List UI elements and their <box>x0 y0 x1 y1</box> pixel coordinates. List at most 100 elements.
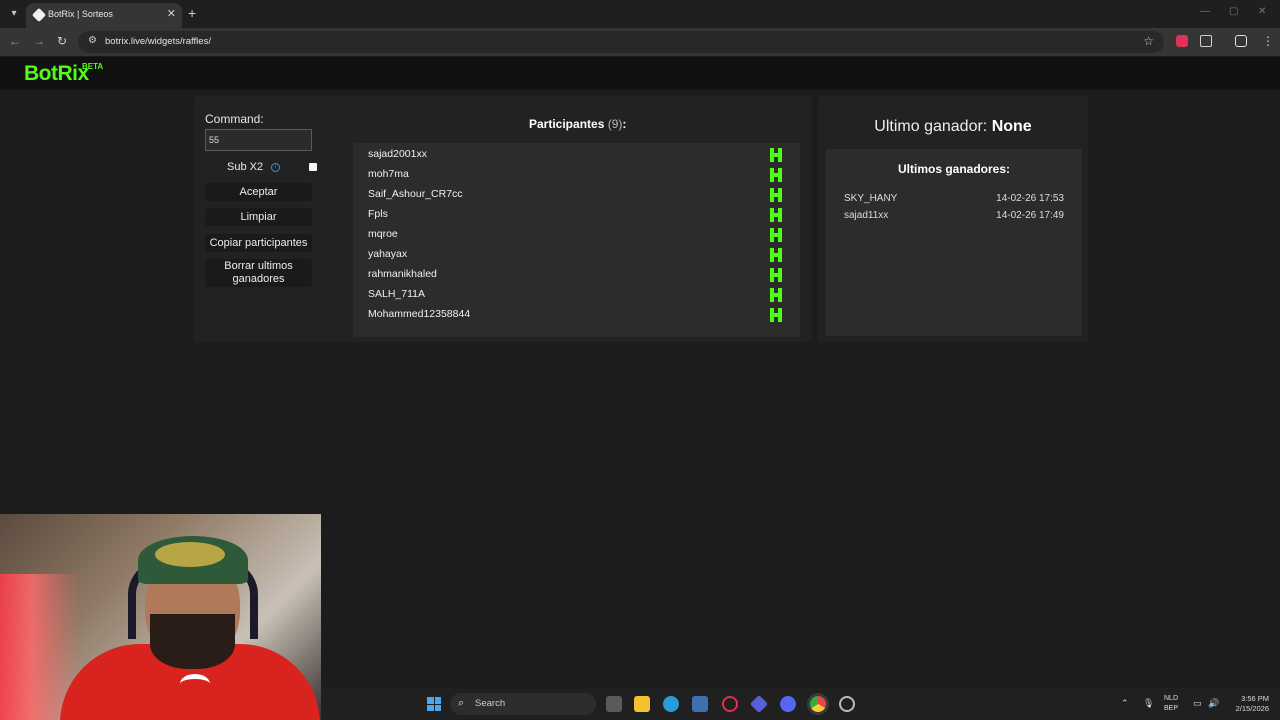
search-icon: ⌕ <box>458 697 465 709</box>
kick-icon <box>770 168 782 182</box>
participant-name: sajad2001xx <box>368 148 427 160</box>
url-text[interactable]: botrix.live/widgets/raffles/ <box>105 36 211 47</box>
clock[interactable]: 3:56 PM 2/15/2026 <box>1229 694 1269 714</box>
last-winner-label: Ultimo ganador: <box>874 118 988 135</box>
site-header: BotRix BETA <box>0 57 1280 90</box>
participant-name: SALH_711A <box>368 288 426 300</box>
participant-name: mqroe <box>368 228 398 240</box>
participant-row: Saif_Ashour_CR7cc <box>353 185 800 205</box>
participants-title: Participantes (9): <box>529 117 626 131</box>
extensions-puzzle-icon[interactable] <box>1200 35 1212 47</box>
winner-name: sajad11xx <box>844 210 889 221</box>
botrix-favicon-icon <box>31 7 47 23</box>
beta-badge: BETA <box>82 62 104 71</box>
participant-row: SALH_711A <box>353 285 800 305</box>
kick-icon <box>770 308 782 322</box>
edge-icon[interactable] <box>663 696 679 712</box>
opera-icon[interactable] <box>722 696 738 712</box>
windows-taskbar: ⌕ Search ⌃ 🎙 NLD BEP ▭ 🔊 3:56 PM 2/15/20… <box>321 688 1280 720</box>
kick-icon <box>770 248 782 262</box>
participant-row: rahmanikhaled <box>353 265 800 285</box>
site-info-icon[interactable]: ⚙ <box>88 35 97 46</box>
store-icon[interactable] <box>692 696 708 712</box>
new-tab-icon[interactable]: + <box>188 5 196 21</box>
sub-x2-checkbox[interactable] <box>309 163 317 171</box>
search-placeholder: Search <box>475 698 506 709</box>
tab-title: BotRix | Sorteos <box>48 9 113 19</box>
tab-search-icon[interactable]: ▾ <box>6 6 22 22</box>
browser-toolbar: ← → ↻ ⚙ botrix.live/widgets/raffles/ ☆ ⋮ <box>0 28 1280 56</box>
clock-time: 3:56 PM <box>1241 694 1269 703</box>
raffle-panel: Command: Sub X2 i Aceptar Limpiar Copiar… <box>194 96 812 342</box>
recent-winners-box: Ultimos ganadores: SKY_HANY 14-02-26 17:… <box>826 149 1082 336</box>
participant-row: sajad2001xx <box>353 145 800 165</box>
forward-icon[interactable]: → <box>33 34 45 48</box>
kick-icon <box>770 188 782 202</box>
copy-participants-button[interactable]: Copiar participantes <box>205 234 312 252</box>
browser-tab[interactable]: BotRix | Sorteos ✕ <box>26 3 182 28</box>
tray-chevron-icon[interactable]: ⌃ <box>1121 698 1129 709</box>
botrix-logo[interactable]: BotRix <box>24 62 89 86</box>
file-explorer-icon[interactable] <box>634 696 650 712</box>
participant-row: Fpls <box>353 205 800 225</box>
keyboard-layout: BEP <box>1164 705 1179 712</box>
language-code: NLD <box>1164 695 1179 702</box>
settings-icon[interactable] <box>839 696 855 712</box>
chrome-icon[interactable] <box>810 696 826 712</box>
participants-label: Participantes <box>529 117 605 131</box>
participant-row: moh7ma <box>353 165 800 185</box>
language-indicator[interactable]: NLD BEP <box>1164 694 1178 714</box>
extension-icon[interactable] <box>1176 35 1188 47</box>
participant-name: Mohammed12358844 <box>368 308 471 320</box>
reload-icon[interactable]: ↻ <box>57 34 67 48</box>
participants-count: (9) <box>607 117 623 131</box>
participant-name: Saif_Ashour_CR7cc <box>368 188 463 200</box>
participant-name: yahayax <box>368 248 408 260</box>
task-view-icon[interactable] <box>606 696 622 712</box>
clock-date: 2/15/2026 <box>1235 704 1269 713</box>
app-icon[interactable] <box>749 694 769 714</box>
minimize-icon[interactable]: — <box>1200 6 1210 17</box>
microphone-icon[interactable]: 🎙 <box>1143 698 1154 709</box>
last-winner: Ultimo ganador: None <box>818 118 1088 136</box>
winner-row: SKY_HANY 14-02-26 17:53 <box>844 193 1064 209</box>
command-input[interactable] <box>205 129 312 151</box>
shirt-logo <box>180 674 210 694</box>
network-icon[interactable]: ▭ <box>1193 698 1202 709</box>
participants-colon: : <box>622 117 627 131</box>
clear-button[interactable]: Limpiar <box>205 208 312 226</box>
winner-date: 14-02-26 17:49 <box>996 210 1064 221</box>
delete-winners-button[interactable]: Borrar ultimos ganadores <box>205 259 312 287</box>
back-icon[interactable]: ← <box>9 34 21 48</box>
discord-icon[interactable] <box>780 696 796 712</box>
tab-close-icon[interactable]: ✕ <box>167 7 176 20</box>
sub-x2-label: Sub X2 <box>227 161 264 173</box>
accept-button[interactable]: Aceptar <box>205 183 312 201</box>
cap-pattern <box>155 542 225 567</box>
volume-icon[interactable]: 🔊 <box>1208 698 1219 709</box>
participant-name: rahmanikhaled <box>368 268 437 280</box>
profile-icon[interactable] <box>1235 35 1247 47</box>
kick-icon <box>770 288 782 302</box>
kick-icon <box>770 148 782 162</box>
kick-icon <box>770 208 782 222</box>
participant-row: Mohammed12358844 <box>353 305 800 325</box>
close-window-icon[interactable]: ✕ <box>1258 6 1266 17</box>
webcam-overlay <box>0 514 321 720</box>
address-bar[interactable]: ⚙ botrix.live/widgets/raffles/ ☆ <box>78 31 1164 53</box>
participant-row: mqroe <box>353 225 800 245</box>
participant-row: yahayax <box>353 245 800 265</box>
maximize-icon[interactable]: ▢ <box>1229 6 1238 17</box>
last-winner-value: None <box>991 118 1032 135</box>
menu-kebab-icon[interactable]: ⋮ <box>1262 34 1274 48</box>
kick-icon <box>770 228 782 242</box>
participant-name: Fpls <box>368 208 388 220</box>
taskbar-search[interactable]: ⌕ Search <box>450 693 596 715</box>
windows-start-icon[interactable] <box>427 697 441 711</box>
command-label: Command: <box>205 112 264 126</box>
winner-date: 14-02-26 17:53 <box>996 193 1064 204</box>
info-icon[interactable]: i <box>271 163 280 172</box>
bookmark-star-icon[interactable]: ☆ <box>1143 34 1154 48</box>
participants-list: sajad2001xx moh7ma Saif_Ashour_CR7cc Fpls mq… <box>353 143 800 337</box>
recent-winners-title: Ultimos ganadores: <box>897 162 1011 176</box>
